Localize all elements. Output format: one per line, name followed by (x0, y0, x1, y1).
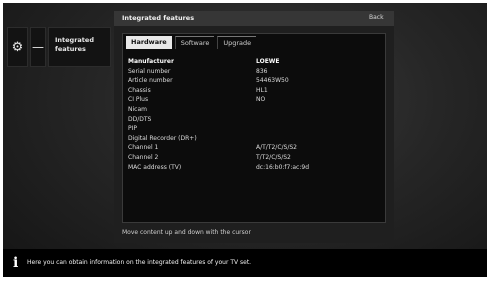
info-text: Here you can obtain information on the i… (27, 259, 252, 266)
info-label: Serial number (128, 67, 171, 75)
info-row: Digital Recorder (DR+) (128, 134, 383, 144)
info-row: Channel 2 T/T2/C/S/S2 (128, 153, 383, 163)
info-label: Chassis (128, 86, 151, 94)
back-button[interactable]: Back (369, 14, 384, 21)
info-row: DD/DTS (128, 115, 383, 125)
info-label: MAC address (TV) (128, 163, 182, 171)
info-row: Channel 1 A/T/T2/C/S/S2 (128, 143, 383, 153)
info-label: Nicam (128, 105, 147, 113)
info-row: Chassis HL1 (128, 86, 383, 96)
info-value: T/T2/C/S/S2 (256, 153, 291, 161)
integrated-features-menu-item[interactable]: Integrated features (48, 27, 111, 67)
info-row: CI Plus NO (128, 95, 383, 105)
info-label: Channel 2 (128, 153, 159, 161)
info-label: CI Plus (128, 96, 149, 104)
navigation-hint: Move content up and down with the cursor (122, 229, 251, 236)
menu-item-label-line2: features (55, 45, 86, 53)
features-panel: Hardware Software Upgrade Manufacturer L… (122, 33, 386, 223)
info-value: 54463W50 (256, 77, 289, 85)
dash-label: — (32, 40, 44, 54)
tab-hardware[interactable]: Hardware (126, 36, 172, 49)
menu-separator-item[interactable]: — (30, 27, 46, 67)
dialog-title-bar: Integrated features Back (114, 11, 394, 26)
gear-icon: ⚙ (11, 39, 24, 55)
dialog-title: Integrated features (122, 14, 195, 22)
info-icon: i (13, 255, 19, 271)
info-value: HL1 (256, 86, 268, 94)
info-label: DD/DTS (128, 115, 152, 123)
info-row: Manufacturer LOEWE (128, 57, 383, 67)
hardware-info-list: Manufacturer LOEWE Serial number 836 Art… (128, 57, 383, 172)
info-value: 836 (256, 67, 268, 75)
info-row: Article number 54463W50 (128, 76, 383, 86)
info-label: Manufacturer (128, 58, 174, 65)
tab-software[interactable]: Software (174, 36, 215, 49)
left-menu: ⚙ — Integrated features (7, 27, 111, 67)
info-value: dc:16:b0:f7:ac:9d (256, 163, 310, 171)
info-label: PIP (128, 125, 138, 133)
integrated-features-dialog: Integrated features Back Hardware Softwa… (114, 11, 394, 243)
info-label: Digital Recorder (DR+) (128, 134, 197, 142)
info-row: Serial number 836 (128, 67, 383, 77)
info-value: A/T/T2/C/S/S2 (256, 144, 297, 152)
tab-bar: Hardware Software Upgrade (126, 36, 257, 49)
info-label: Channel 1 (128, 144, 159, 152)
menu-item-label-line1: Integrated (55, 36, 94, 44)
tv-screen: ⚙ — Integrated features Integrated featu… (3, 3, 487, 277)
info-value: LOEWE (256, 58, 280, 65)
info-row: MAC address (TV) dc:16:b0:f7:ac:9d (128, 163, 383, 173)
info-value: NO (256, 96, 266, 104)
info-row: Nicam (128, 105, 383, 115)
info-bar: i Here you can obtain information on the… (3, 249, 487, 277)
info-row: PIP (128, 124, 383, 134)
settings-menu-item[interactable]: ⚙ (7, 27, 28, 67)
tab-upgrade[interactable]: Upgrade (217, 36, 257, 49)
info-label: Article number (128, 77, 173, 85)
